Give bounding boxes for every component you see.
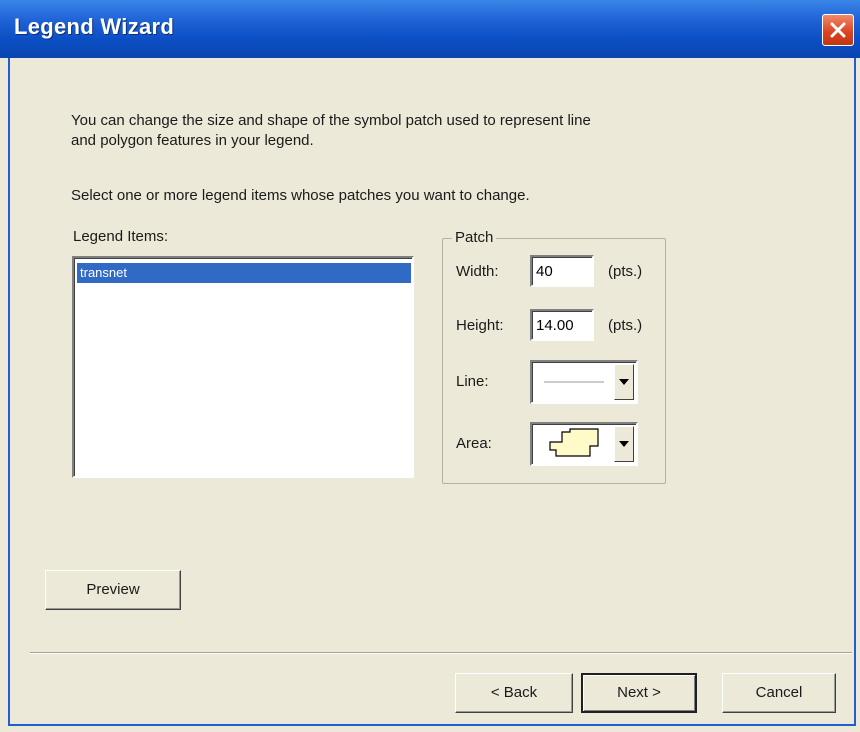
area-dropdown-button[interactable]: [614, 426, 634, 462]
list-item-transnet[interactable]: transnet: [77, 263, 411, 283]
legend-items-label: Legend Items:: [73, 228, 169, 245]
height-label: Height:: [456, 317, 504, 334]
intro-text-line2: and polygon features in your legend.: [71, 132, 314, 149]
chevron-down-icon: [619, 441, 629, 447]
line-dropdown-button[interactable]: [614, 364, 634, 400]
patch-group-label: Patch: [452, 229, 497, 247]
close-icon: [830, 22, 846, 38]
height-unit: (pts.): [608, 317, 643, 334]
line-patch-select[interactable]: [530, 360, 638, 404]
back-button[interactable]: < Back: [455, 673, 573, 713]
cancel-button[interactable]: Cancel: [722, 673, 836, 713]
footer-divider: [30, 652, 852, 654]
title-bar: Legend Wizard: [0, 0, 860, 58]
next-button[interactable]: Next >: [581, 673, 697, 713]
line-patch-icon: [544, 381, 604, 383]
intro-text-line1: You can change the size and shape of the…: [71, 112, 591, 129]
preview-button[interactable]: Preview: [45, 570, 181, 610]
area-patch-select[interactable]: [530, 422, 638, 466]
width-label: Width:: [456, 263, 499, 280]
width-unit: (pts.): [608, 263, 643, 280]
line-label: Line:: [456, 373, 489, 390]
close-button[interactable]: [822, 14, 854, 46]
legend-items-list[interactable]: transnet: [72, 256, 414, 478]
area-patch-icon: [549, 428, 599, 457]
width-field[interactable]: [530, 255, 594, 287]
area-label: Area:: [456, 435, 492, 452]
chevron-down-icon: [619, 379, 629, 385]
height-field[interactable]: [530, 309, 594, 341]
select-prompt: Select one or more legend items whose pa…: [71, 187, 530, 204]
window-title: Legend Wizard: [14, 14, 175, 39]
